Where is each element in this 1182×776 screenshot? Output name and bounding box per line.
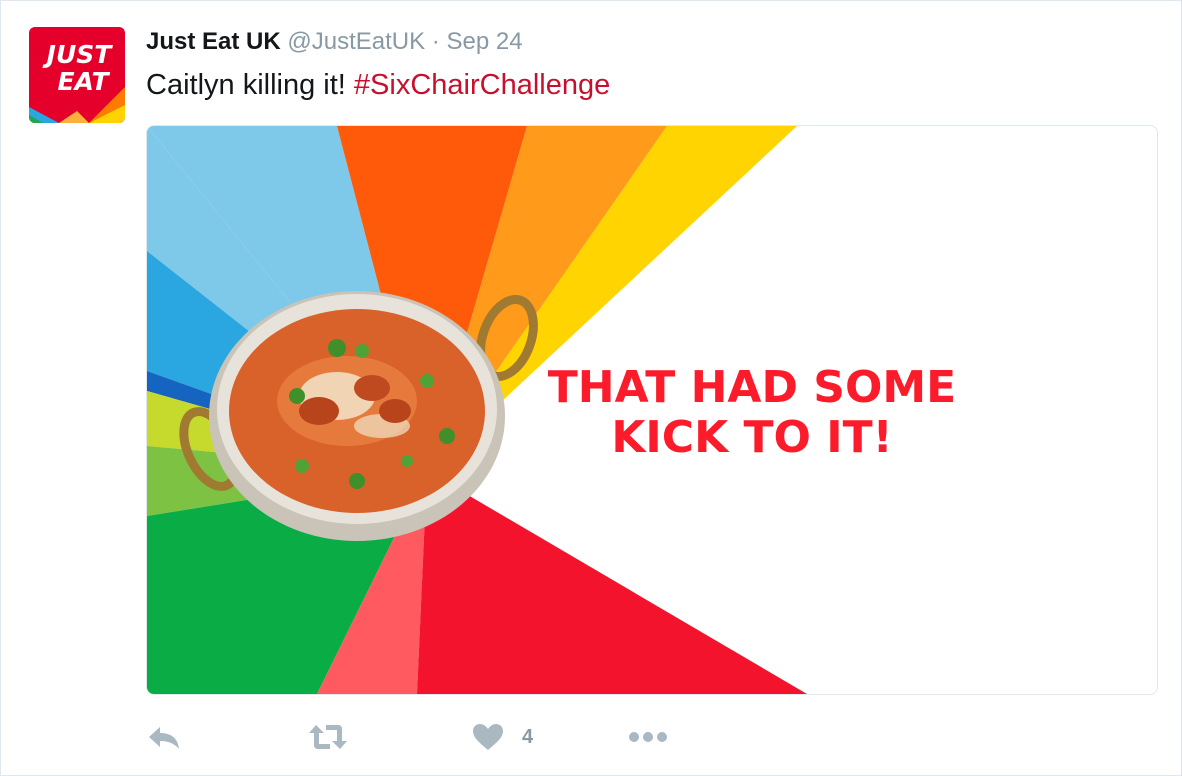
separator-dot: · [431,28,440,55]
logo-text-line1: JUST [42,40,114,69]
retweet-button[interactable] [308,717,348,757]
tweet-timestamp[interactable]: Sep 24 [446,28,522,55]
heart-icon [473,724,503,750]
more-icon [629,732,667,742]
tweet-header: Just Eat UK @JustEatUK · Sep 24 [146,27,523,57]
reply-icon [149,727,179,749]
avatar[interactable]: JUST EAT [29,27,125,123]
author-handle[interactable]: @JustEatUK [287,28,425,55]
tweet-card: JUST EAT Just Eat UK @JustEatUK · Sep 24… [0,0,1182,776]
like-button[interactable]: 4 [472,717,533,757]
retweet-icon [309,725,347,749]
headline-line2: KICK TO IT! [611,412,892,463]
like-count: 4 [522,725,534,748]
ray-red [417,471,807,694]
more-button[interactable] [628,717,668,757]
hashtag-link[interactable]: #SixChairChallenge [354,69,610,101]
just-eat-logo: JUST EAT [29,27,125,123]
tweet-text: Caitlyn killing it! #SixChairChallenge [146,67,610,103]
reply-button[interactable] [146,717,182,757]
tweet-media[interactable]: THAT HAD SOME KICK TO IT! [146,125,1158,695]
author-name[interactable]: Just Eat UK [146,28,281,55]
media-image: THAT HAD SOME KICK TO IT! [147,126,956,694]
logo-text-line2: EAT [57,67,110,96]
tweet-body: Caitlyn killing it! [146,69,354,101]
headline-line1: THAT HAD SOME [548,362,956,413]
